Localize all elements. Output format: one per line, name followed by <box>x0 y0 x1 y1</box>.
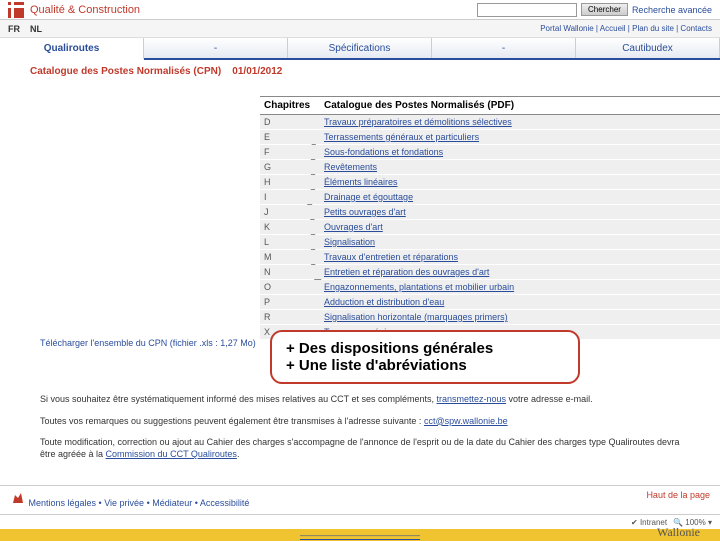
chapter-code: F <box>264 147 314 157</box>
breadcrumb-title: Catalogue des Postes Normalisés (CPN) <box>30 66 221 77</box>
wallonie-label: Wallonie <box>657 525 700 540</box>
chapter-code: M <box>264 252 314 262</box>
chapter-link[interactable]: Engazonnements, plantations et mobilier … <box>324 282 514 292</box>
chapter-link[interactable]: Signalisation <box>324 237 375 247</box>
download-link[interactable]: Télécharger l'ensemble du CPN (fichier .… <box>40 338 256 348</box>
nav-sub: FR NL Portal Wallonie | Accueil | Plan d… <box>0 20 720 38</box>
link-transmettez[interactable]: transmettez-nous <box>437 394 507 404</box>
tab-4[interactable]: - <box>432 38 576 58</box>
para-3: Toute modification, correction ou ajout … <box>0 435 720 462</box>
chapter-code: N <box>264 267 314 277</box>
breadcrumb-date: 01/01/2012 <box>232 66 282 77</box>
chapter-code: D <box>264 117 314 127</box>
chapter-row: G Revêtements <box>260 160 720 174</box>
chapter-link[interactable]: Revêtements <box>324 162 377 172</box>
brand-logo-icon <box>8 2 24 18</box>
chapter-row: L Signalisation <box>260 235 720 249</box>
chapter-row: P Adduction et distribution d'eau <box>260 295 720 309</box>
brand: Qualité & Construction <box>8 2 140 18</box>
tab-qualiroutes[interactable]: Qualiroutes <box>0 38 144 60</box>
th-catalogue: Catalogue des Postes Normalisés (PDF) <box>324 100 514 111</box>
rooster-icon <box>10 490 26 506</box>
chapter-code: H <box>264 177 314 187</box>
chapter-row: M Travaux d'entretien et réparations <box>260 250 720 264</box>
chapter-code: G <box>264 162 314 172</box>
chapter-link[interactable]: Petits ouvrages d'art <box>324 207 406 217</box>
chapter-code: L <box>264 237 314 247</box>
top-right: Chercher Recherche avancée <box>477 3 712 17</box>
chapter-link[interactable]: Ouvrages d'art <box>324 222 383 232</box>
yellow-bar-link[interactable]: ——————————————— <box>300 531 420 540</box>
breadcrumb: Catalogue des Postes Normalisés (CPN) 01… <box>0 60 720 83</box>
brand-text: Qualité & Construction <box>30 4 140 16</box>
advanced-search-link[interactable]: Recherche avancée <box>632 5 712 15</box>
chapter-row: E Terrassements généraux et particuliers <box>260 130 720 144</box>
chapter-code: K <box>264 222 314 232</box>
callout-line-1: + Des dispositions générales <box>286 340 564 357</box>
chapter-code: R <box>264 312 314 322</box>
chapter-code: O <box>264 282 314 292</box>
chapter-row: K Ouvrages d'art <box>260 220 720 234</box>
tab-cautibudex[interactable]: Cautibudex <box>576 38 720 58</box>
link-email[interactable]: cct@spw.wallonie.be <box>424 416 508 426</box>
callout-box: + Des dispositions générales + Une liste… <box>270 330 580 384</box>
chapter-row: O Engazonnements, plantations et mobilier… <box>260 280 720 294</box>
chapter-row: N Entretien et réparation des ouvrages d'… <box>260 265 720 279</box>
chapter-link[interactable]: Adduction et distribution d'eau <box>324 297 444 307</box>
chapter-link[interactable]: Entretien et réparation des ouvrages d'a… <box>324 267 489 277</box>
chapter-link[interactable]: Drainage et égouttage <box>324 192 413 202</box>
chapter-code: I <box>264 192 314 202</box>
chapter-row: D Travaux préparatoires et démolitions sé… <box>260 115 720 129</box>
status-bar: ✔ Intranet 🔍 100% ▾ ——————————————— Wall… <box>0 514 720 540</box>
portal-links[interactable]: Portal Wallonie | Accueil | Plan du site… <box>540 24 712 33</box>
cpn-table: Chapitres Catalogue des Postes Normalisé… <box>260 96 720 339</box>
chapter-row: R Signalisation horizontale (marquages pr… <box>260 310 720 324</box>
main <box>0 83 720 87</box>
back-to-top-link[interactable]: Haut de la page <box>646 490 710 508</box>
chapter-rows: D Travaux préparatoires et démolitions sé… <box>260 115 720 339</box>
chapter-row: I Drainage et égouttage <box>260 190 720 204</box>
chapter-row: H Éléments linéaires <box>260 175 720 189</box>
chapter-row: J Petits ouvrages d'art <box>260 205 720 219</box>
chapter-code: J <box>264 207 314 217</box>
chapter-row: F Sous-fondations et fondations <box>260 145 720 159</box>
th-chapitres: Chapitres <box>264 100 314 111</box>
lang-fr[interactable]: FR <box>8 24 20 34</box>
para-1: Si vous souhaitez être systématiquement … <box>0 392 720 408</box>
yellow-bar: ——————————————— <box>0 529 720 541</box>
chapter-link[interactable]: Travaux d'entretien et réparations <box>324 252 458 262</box>
table-header: Chapitres Catalogue des Postes Normalisé… <box>260 96 720 115</box>
top-bar: Qualité & Construction Chercher Recherch… <box>0 0 720 20</box>
lang-nl[interactable]: NL <box>30 24 42 34</box>
chapter-link[interactable]: Éléments linéaires <box>324 177 398 187</box>
callout-line-2: + Une liste d'abréviations <box>286 357 564 374</box>
para-2: Toutes vos remarques ou suggestions peuv… <box>0 414 720 430</box>
chapter-link[interactable]: Travaux préparatoires et démolitions sél… <box>324 117 512 127</box>
chapter-code: E <box>264 132 314 142</box>
footer: Mentions légales • Vie privée • Médiateu… <box>0 485 720 512</box>
chapter-link[interactable]: Terrassements généraux et particuliers <box>324 132 479 142</box>
tab-specifications[interactable]: Spécifications <box>288 38 432 58</box>
tab-2[interactable]: - <box>144 38 288 58</box>
tab-bar: Qualiroutes - Spécifications - Cautibude… <box>0 38 720 60</box>
chapter-code: P <box>264 297 314 307</box>
chapter-link[interactable]: Signalisation horizontale (marquages pri… <box>324 312 508 322</box>
footer-links[interactable]: Mentions légales • Vie privée • Médiateu… <box>10 490 249 508</box>
lang-switch: FR NL <box>8 24 42 34</box>
chapter-link[interactable]: Sous-fondations et fondations <box>324 147 443 157</box>
link-commission[interactable]: Commission du CCT Qualiroutes <box>106 449 237 459</box>
search-input[interactable] <box>477 3 577 17</box>
search-button[interactable]: Chercher <box>581 3 628 16</box>
